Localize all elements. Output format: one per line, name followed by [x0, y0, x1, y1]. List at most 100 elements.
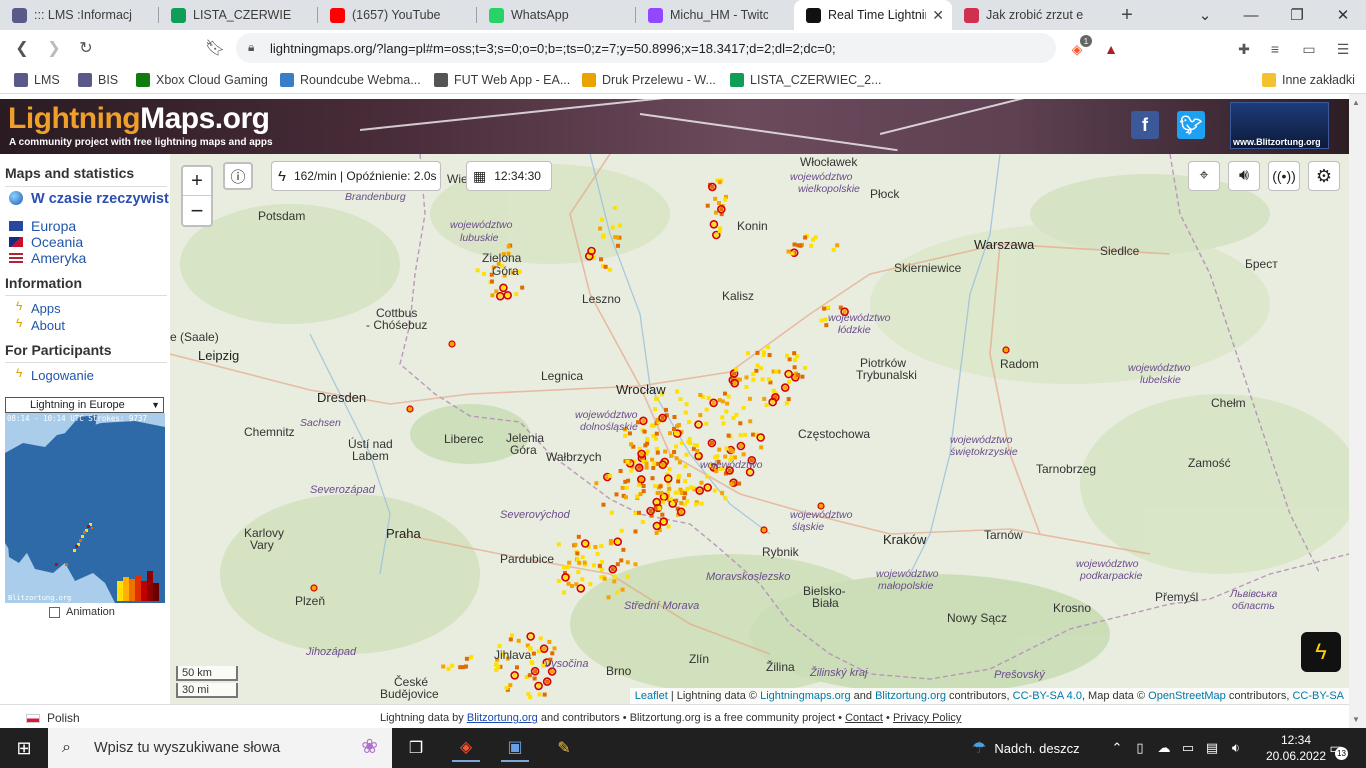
- twitter-icon[interactable]: 🐦︎: [1177, 111, 1205, 139]
- settings-button[interactable]: ⚙: [1308, 161, 1340, 191]
- browser-tab[interactable]: ::: LMS :Informacje o kl: [0, 0, 158, 30]
- bookmark-item[interactable]: Roundcube Webma...: [280, 71, 421, 89]
- bookmark-item[interactable]: BIS: [78, 71, 118, 89]
- battery-icon[interactable]: ▭: [1176, 740, 1200, 756]
- contact-link[interactable]: Contact: [845, 712, 883, 724]
- region-select[interactable]: Lightning in Europe ▼: [5, 397, 164, 413]
- notifications-icon[interactable]: ▭ 13: [1322, 736, 1350, 760]
- bookmark-item[interactable]: LMS: [14, 71, 60, 89]
- zoom-in-button[interactable]: +: [183, 167, 211, 196]
- other-bookmarks[interactable]: Inne zakładki: [1262, 71, 1355, 89]
- blitzortung-link[interactable]: Blitzortung.org: [875, 690, 946, 702]
- lightning-strike-mark: [726, 433, 731, 438]
- lightning-strike-mark: [575, 551, 580, 556]
- extensions-icon[interactable]: ✚: [1234, 39, 1254, 59]
- paint-app-icon[interactable]: ✎: [550, 734, 578, 762]
- browser-tab[interactable]: LISTA_CZERWIEC_2022: [159, 0, 317, 30]
- blitzortung-logo[interactable]: www.Blitzortung.org: [1230, 102, 1329, 149]
- maximize-button[interactable]: ❐: [1274, 0, 1320, 30]
- browser-tab[interactable]: (1657) YouTube: [318, 0, 476, 30]
- task-view-icon[interactable]: ❒: [402, 734, 430, 762]
- bookmark-icon[interactable]: 🔖︎: [203, 36, 227, 60]
- url-text[interactable]: lightningmaps.org/?lang=pl#m=oss;t=3;s=0…: [270, 41, 836, 56]
- map-place-label: Kalisz: [722, 289, 755, 303]
- volume-icon[interactable]: 🔉︎: [1224, 740, 1248, 756]
- address-bar[interactable]: 🔒︎ lightningmaps.org/?lang=pl#m=oss;t=3;…: [236, 33, 1056, 63]
- minimize-button[interactable]: —: [1228, 0, 1274, 30]
- weather-widget[interactable]: ☂ Nadch. deszcz: [972, 728, 1080, 768]
- lightning-strike-mark: [717, 201, 721, 205]
- sheets-icon: [171, 8, 186, 23]
- site-logo[interactable]: LightningMaps.org: [8, 102, 270, 136]
- lightning-strike-mark: [705, 203, 710, 208]
- animation-checkbox[interactable]: Animation: [49, 606, 115, 618]
- taskbar-clock[interactable]: 12:34 20.06.2022: [1265, 732, 1327, 764]
- bookmark-item[interactable]: FUT Web App - EA...: [434, 71, 570, 89]
- locate-button[interactable]: ⌖: [1188, 161, 1220, 191]
- wallet-icon[interactable]: ▭: [1299, 39, 1319, 59]
- cloud-icon[interactable]: ☁: [1152, 740, 1176, 756]
- cc-bysa-link[interactable]: CC-BY-SA: [1292, 690, 1344, 702]
- back-icon[interactable]: ❮: [10, 36, 34, 60]
- europe-minimap[interactable]: 08:14 - 10:14 UTC Strokes: 9737 Blitzort…: [5, 413, 165, 603]
- info-button[interactable]: ⓘ: [223, 162, 253, 190]
- bookmark-item[interactable]: Druk Przelewu - W...: [582, 71, 716, 89]
- sidebar-item-login[interactable]: Logowanie: [31, 368, 94, 383]
- forward-icon[interactable]: ❯: [42, 36, 66, 60]
- sidebar-item-ameryka[interactable]: Ameryka: [31, 250, 86, 266]
- lightning-strike-mark: [668, 431, 673, 436]
- leaflet-link[interactable]: Leaflet: [635, 690, 668, 702]
- lightning-strike-mark: [758, 435, 763, 440]
- strike-rate-panel[interactable]: ϟ 162/min | Opóźnienie: 2.0s: [271, 161, 441, 191]
- osm-link[interactable]: OpenStreetMap: [1148, 690, 1226, 702]
- taskbar-search[interactable]: ⌕ Wpisz tu wyszukiwane słowa ❀: [48, 728, 392, 768]
- brave-browser-icon[interactable]: ◈: [452, 734, 480, 762]
- sidebar-item-realtime[interactable]: W czasie rzeczywist: [31, 191, 169, 207]
- chevron-up-icon[interactable]: ⌃: [1106, 740, 1128, 756]
- windows-start-icon[interactable]: ⊞: [10, 734, 38, 762]
- reload-icon[interactable]: ↻: [74, 36, 98, 60]
- language-selector[interactable]: Polish: [26, 711, 80, 725]
- sidebar-item-apps[interactable]: Apps: [31, 301, 61, 316]
- camera-icon[interactable]: ▯: [1128, 740, 1152, 756]
- new-tab-button[interactable]: +: [1110, 0, 1144, 30]
- browser-tab[interactable]: WhatsApp: [477, 0, 635, 30]
- lightningmaps-link[interactable]: Lightningmaps.org: [760, 690, 851, 702]
- close-tab-icon[interactable]: ✕: [932, 7, 944, 24]
- lightning-strike-mark: [679, 440, 684, 445]
- lightning-strike-mark: [661, 519, 666, 524]
- lightning-map[interactable]: Włocławek Brandenburg Potsdam Wie województw…: [170, 154, 1349, 704]
- privacy-link[interactable]: Privacy Policy: [893, 712, 961, 724]
- scroll-down-icon[interactable]: ▼: [1352, 715, 1360, 724]
- cc-license-link[interactable]: CC-BY-SA 4.0: [1013, 690, 1082, 702]
- bookmark-item[interactable]: Xbox Cloud Gaming: [136, 71, 268, 89]
- lightning-strike-mark: [475, 268, 480, 273]
- checkbox-icon[interactable]: [49, 606, 60, 618]
- sound-button[interactable]: 🔊︎: [1228, 161, 1260, 191]
- tab-search-icon[interactable]: ⌄: [1182, 0, 1228, 30]
- browser-tab[interactable]: Michu_HM - Twitch: [636, 0, 794, 30]
- sidebar-item-about[interactable]: About: [31, 318, 65, 333]
- page-scrollbar[interactable]: ▲ ▼: [1349, 94, 1366, 728]
- menu-icon[interactable]: ☰: [1333, 39, 1353, 59]
- time-panel[interactable]: ▦ 12:34:30: [466, 161, 552, 191]
- browser-tab[interactable]: Jak zrobić zrzut ekran: [952, 0, 1110, 30]
- lightning-strike-mark: [695, 443, 699, 448]
- zoom-out-button[interactable]: −: [183, 196, 211, 225]
- facebook-icon[interactable]: f: [1131, 111, 1159, 139]
- strike-notify-button[interactable]: ϟ: [1301, 632, 1341, 672]
- media-icon[interactable]: ≡: [1265, 39, 1285, 59]
- browser-tab[interactable]: Real Time Lightnin ✕: [794, 0, 952, 30]
- lightning-strike-mark: [526, 692, 531, 697]
- bookmark-item[interactable]: LISTA_CZERWIEC_2...: [730, 71, 882, 89]
- sidebar-item-oceania[interactable]: Oceania: [31, 234, 83, 250]
- footer-blitzortung-link[interactable]: Blitzortung.org: [467, 712, 538, 724]
- stations-button[interactable]: ((•)): [1268, 161, 1300, 191]
- scroll-up-icon[interactable]: ▲: [1352, 98, 1360, 107]
- brave-rewards-icon[interactable]: ▲: [1101, 39, 1121, 59]
- europe-minimap-graphic: [5, 413, 165, 603]
- remote-app-icon[interactable]: ▣: [501, 734, 529, 762]
- sidebar-item-europa[interactable]: Europa: [31, 218, 76, 234]
- close-window-button[interactable]: ✕: [1320, 0, 1366, 30]
- network-icon[interactable]: ▤: [1200, 740, 1224, 756]
